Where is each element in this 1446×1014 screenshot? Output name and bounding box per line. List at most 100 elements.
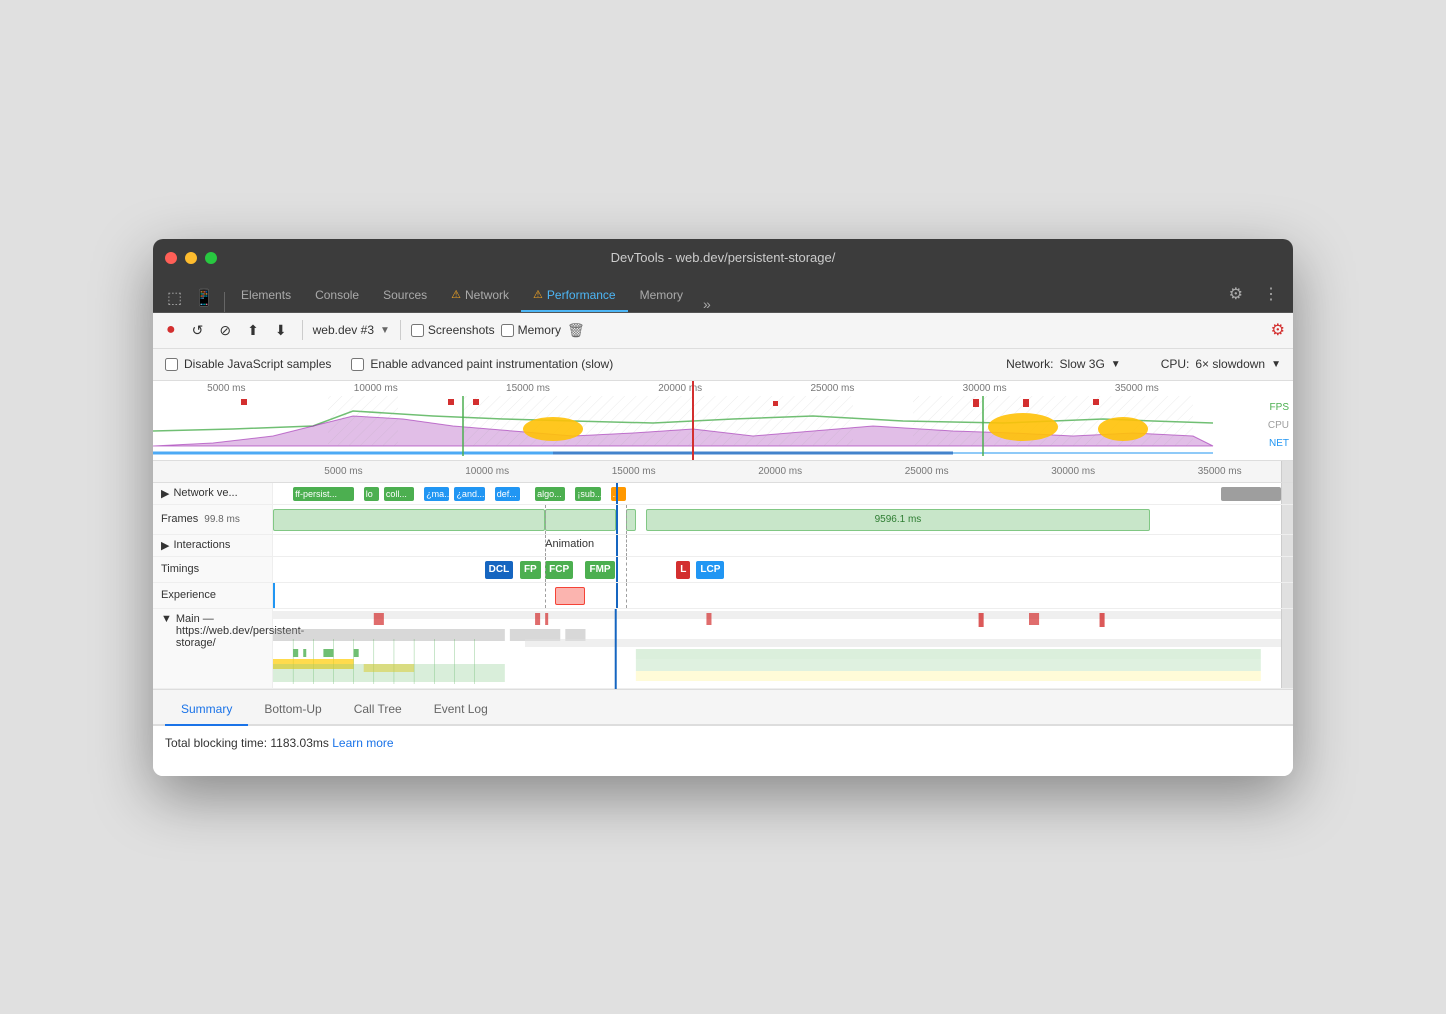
- enable-paint-group: Enable advanced paint instrumentation (s…: [351, 357, 613, 371]
- tab-performance[interactable]: ⚠ Performance: [521, 280, 628, 312]
- cpu-dropdown-arrow[interactable]: ▼: [1271, 359, 1281, 370]
- network-track-content[interactable]: ff-persist... lo coll... ¿ma... ¿and... …: [273, 483, 1281, 504]
- tab-network[interactable]: ⚠ Network: [439, 280, 521, 312]
- scrollbar-corner: [1281, 461, 1293, 482]
- tab-console-label: Console: [315, 288, 359, 302]
- minimize-button[interactable]: [185, 252, 197, 264]
- disable-js-samples-checkbox[interactable]: [165, 358, 178, 371]
- more-tabs-button[interactable]: »: [695, 296, 719, 312]
- screenshots-checkbox[interactable]: [411, 324, 424, 337]
- frame-bar-big: 9596.1 ms: [646, 509, 1150, 531]
- event-log-tab-label: Event Log: [434, 702, 488, 716]
- inspector-icon[interactable]: ⬚: [161, 284, 188, 312]
- tab-call-tree[interactable]: Call Tree: [338, 694, 418, 726]
- profile-select[interactable]: web.dev #3: [313, 323, 374, 337]
- stop-button[interactable]: ⊘: [214, 319, 236, 342]
- scrollbar-right-1: [1281, 483, 1293, 504]
- interactions-expand-icon[interactable]: ▶: [161, 539, 169, 552]
- memory-checkbox-group: Memory: [501, 323, 561, 337]
- tab-elements[interactable]: Elements: [229, 280, 303, 312]
- interactions-track-label: ▶ Interactions: [153, 535, 273, 556]
- network-throttle-label: Network:: [1006, 357, 1053, 371]
- device-toolbar-icon[interactable]: 📱: [188, 284, 220, 312]
- network-chip-algo: algo...: [535, 487, 565, 501]
- main-expand-icon[interactable]: ▼: [161, 613, 172, 625]
- ruler2-5000: 5000 ms: [324, 466, 362, 477]
- frames-track-content[interactable]: 9596.1 ms: [273, 505, 1281, 534]
- close-button[interactable]: [165, 252, 177, 264]
- total-blocking-time: Total blocking time: 1183.03ms: [165, 736, 329, 750]
- tab-console[interactable]: Console: [303, 280, 371, 312]
- dashed-exp-2: [626, 583, 627, 608]
- traffic-lights: [165, 252, 217, 264]
- interactions-track[interactable]: ▶ Interactions Animation: [153, 535, 1293, 557]
- summary-tab-label: Summary: [181, 702, 232, 716]
- network-dropdown-arrow[interactable]: ▼: [1111, 359, 1121, 370]
- tab-bar: ⬚ 📱 Elements Console Sources ⚠ Network ⚠…: [153, 277, 1293, 313]
- reload-record-button[interactable]: ↺: [187, 319, 209, 342]
- network-chip-sub: ¡sub...: [575, 487, 600, 501]
- enable-paint-checkbox[interactable]: [351, 358, 364, 371]
- more-options-icon[interactable]: ⋮: [1257, 280, 1285, 308]
- tab-sources-label: Sources: [383, 288, 427, 302]
- main-track-content[interactable]: [273, 609, 1281, 689]
- network-track[interactable]: ▶ Network ve... ff-persist... lo coll...…: [153, 483, 1293, 505]
- upload-button[interactable]: ⬆: [242, 319, 264, 342]
- tab-memory-label: Memory: [640, 288, 683, 302]
- timeline-ruler: 5000 ms 10000 ms 15000 ms 20000 ms 25000…: [153, 461, 1293, 483]
- titlebar: DevTools - web.dev/persistent-storage/: [153, 239, 1293, 277]
- tab-sources[interactable]: Sources: [371, 280, 439, 312]
- clear-button[interactable]: 🗑: [567, 322, 585, 339]
- frames-track[interactable]: Frames 99.8 ms 9596.1 ms: [153, 505, 1293, 535]
- window-title: DevTools - web.dev/persistent-storage/: [611, 250, 836, 265]
- screenshots-checkbox-group: Screenshots: [411, 323, 495, 337]
- settings-icon[interactable]: ⚙: [1223, 280, 1249, 308]
- ruler2-20000: 20000 ms: [758, 466, 802, 477]
- options-row: Disable JavaScript samples Enable advanc…: [153, 349, 1293, 381]
- experience-left-border: [273, 583, 275, 608]
- call-tree-tab-label: Call Tree: [354, 702, 402, 716]
- tab-memory[interactable]: Memory: [628, 280, 695, 312]
- network-expand-icon[interactable]: ▶: [161, 487, 169, 500]
- experience-track-content[interactable]: [273, 583, 1281, 608]
- learn-more-link[interactable]: Learn more: [332, 736, 393, 750]
- memory-checkbox[interactable]: [501, 324, 514, 337]
- frames-track-label: Frames 99.8 ms: [153, 505, 273, 534]
- tab-bottom-up[interactable]: Bottom-Up: [248, 694, 337, 726]
- cpu-throttle-group: CPU: 6× slowdown ▼: [1161, 357, 1281, 371]
- timeline-main: 5000 ms 10000 ms 15000 ms 20000 ms 25000…: [153, 461, 1293, 690]
- timings-track[interactable]: Timings DCL FP FCP FMP L LCP: [153, 557, 1293, 583]
- memory-label: Memory: [518, 323, 561, 337]
- tab-summary[interactable]: Summary: [165, 694, 248, 726]
- timings-track-content[interactable]: DCL FP FCP FMP L LCP: [273, 557, 1281, 582]
- dashed-exp-1: [545, 583, 546, 608]
- tab-performance-label: Performance: [547, 288, 616, 302]
- bottom-up-tab-label: Bottom-Up: [264, 702, 321, 716]
- scrollbar-right-5: [1281, 583, 1293, 608]
- interactions-label-text: Interactions: [173, 539, 230, 551]
- interactions-track-content[interactable]: Animation: [273, 535, 1281, 556]
- dashed-1: [545, 505, 546, 534]
- performance-warn-icon: ⚠: [533, 288, 543, 301]
- maximize-button[interactable]: [205, 252, 217, 264]
- scrollbar-right-4: [1281, 557, 1293, 582]
- tab-event-log[interactable]: Event Log: [418, 694, 504, 726]
- download-button[interactable]: ⬇: [270, 319, 292, 342]
- record-button[interactable]: ●: [161, 318, 181, 342]
- network-track-label: ▶ Network ve...: [153, 483, 273, 504]
- timeline-overview[interactable]: 5000 ms 10000 ms 15000 ms 20000 ms 25000…: [153, 381, 1293, 461]
- scrollbar-right-2: [1281, 505, 1293, 534]
- experience-track[interactable]: Experience: [153, 583, 1293, 609]
- separator: [302, 320, 303, 340]
- blue-marker-network: [616, 483, 618, 504]
- network-chip-and: ¿and...: [454, 487, 484, 501]
- profile-dropdown-arrow[interactable]: ▼: [380, 325, 390, 336]
- blue-marker-exp: [616, 583, 618, 608]
- bottom-content: Total blocking time: 1183.03ms Learn mor…: [153, 726, 1293, 776]
- dashed-timings-2: [626, 557, 627, 582]
- ruler2-35000: 35000 ms: [1198, 466, 1242, 477]
- frames-label-text: Frames: [161, 513, 198, 525]
- animation-label: Animation: [545, 538, 594, 550]
- main-track[interactable]: ▼ Main — https://web.dev/persistent-stor…: [153, 609, 1293, 689]
- perf-settings-button[interactable]: ⚙: [1271, 320, 1285, 340]
